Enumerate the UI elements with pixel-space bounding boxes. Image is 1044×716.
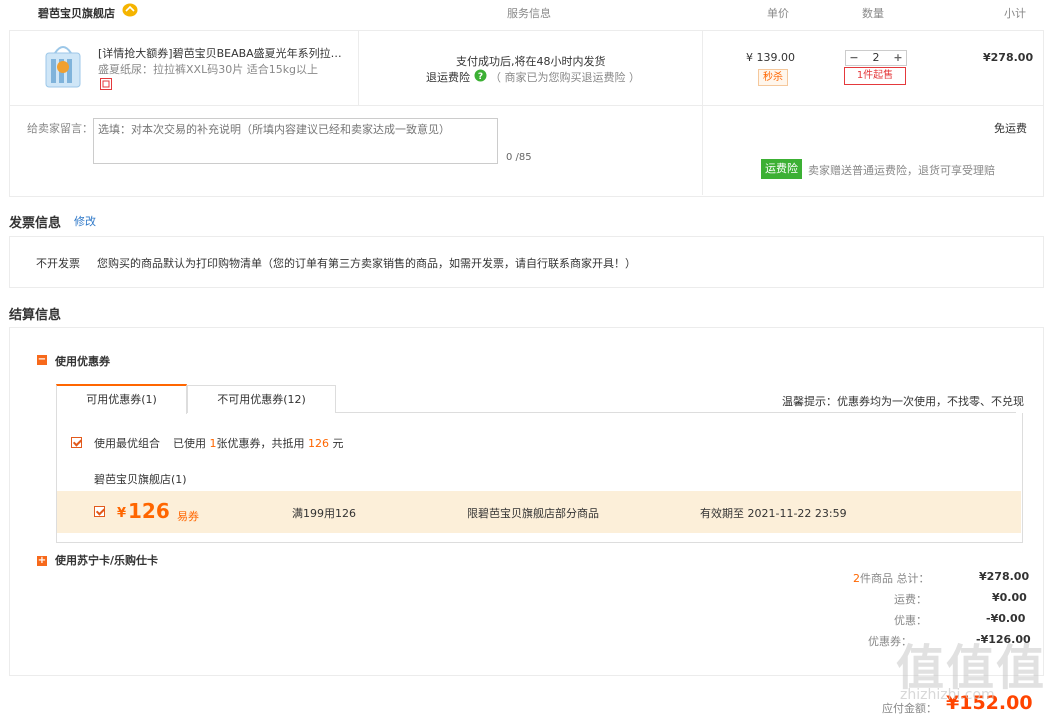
use-card-label[interactable]: 使用苏宁卡/乐购仕卡 <box>55 552 158 568</box>
coupon-checkbox[interactable] <box>94 506 105 517</box>
use-coupon-label[interactable]: 使用优惠券 <box>55 353 110 369</box>
divider <box>702 31 703 195</box>
best-combo-checkbox[interactable] <box>71 437 82 448</box>
coupon-expiry: 有效期至 2021-11-22 23:59 <box>700 507 847 520</box>
best-combo-used: 已使用 <box>173 437 206 450</box>
best-combo-amount: 126 <box>308 437 329 450</box>
collapse-coupon-toggle[interactable]: − <box>37 355 47 365</box>
shipping-free: 免运费 <box>994 122 1027 135</box>
seller-message-input[interactable] <box>93 118 498 164</box>
delivery-note: 支付成功后,将在48小时内发货 <box>456 55 606 68</box>
return-insurance-label: 退运费险 <box>426 71 470 84</box>
header-service: 服务信息 <box>507 7 551 20</box>
min-quantity-note: 1件起售 <box>844 67 906 85</box>
coupon-tip: 温馨提示：优惠券均为一次使用，不找零、不兑现 <box>782 395 1024 408</box>
product-tag-icon <box>100 78 112 90</box>
invoice-box: 不开发票 您购买的商品默认为打印购物清单（您的订单有第三方卖家销售的商品，如需开… <box>9 236 1044 288</box>
watermark-url: zhizhizhi.com <box>900 687 995 703</box>
settlement-title: 结算信息 <box>9 308 62 323</box>
tab-unavailable-coupons[interactable]: 不可用优惠券(12) <box>187 385 336 413</box>
store-name[interactable]: 碧芭宝贝旗舰店 <box>38 5 115 21</box>
summary-count-suffix: 件商品 总计： <box>860 572 930 585</box>
coupon-scope: 限碧芭宝贝旗舰店部分商品 <box>467 507 599 520</box>
best-combo-mid: 张优惠券，共抵用 <box>216 437 305 450</box>
message-counter: 0 /85 <box>506 152 532 163</box>
summary-count-line: 2件商品 总计： <box>853 570 930 586</box>
quantity-input[interactable]: 2 <box>864 51 888 65</box>
best-combo-text: 使用最优组合 已使用 1张优惠券，共抵用 126 元 <box>94 435 344 451</box>
invoice-type: 不开发票 <box>36 257 80 270</box>
summary-count: 2 <box>853 572 860 585</box>
return-insurance-note: （ 商家已为您购买退运费险 ） <box>490 71 640 84</box>
message-label: 给卖家留言： <box>27 122 93 135</box>
divider <box>358 31 359 105</box>
summary-shipping: ¥0.00 <box>992 591 1027 604</box>
summary-shipping-label: 运费： <box>894 593 927 606</box>
insurance-description: 卖家赠送普通运费险，退货可享受理赔 <box>808 164 995 177</box>
header-quantity: 数量 <box>862 7 884 20</box>
flash-sale-badge: 秒杀 <box>758 69 788 86</box>
invoice-description: 您购买的商品默认为打印购物清单（您的订单有第三方卖家销售的商品，如需开发票，请自… <box>97 257 636 270</box>
svg-text:?: ? <box>478 72 483 82</box>
quantity-stepper: − 2 + <box>845 50 907 66</box>
summary-discount-label: 优惠： <box>894 614 927 627</box>
header-unit-price: 单价 <box>767 7 789 20</box>
coupon-store-name: 碧芭宝贝旗舰店(1) <box>94 473 187 486</box>
header-subtotal: 小计 <box>1004 7 1026 20</box>
coupon-condition: 满199用126 <box>292 507 356 520</box>
tab-available-coupons[interactable]: 可用优惠券(1) <box>56 384 187 414</box>
expand-card-toggle[interactable]: + <box>37 556 47 566</box>
quantity-increase-button[interactable]: + <box>890 51 906 65</box>
coupon-currency: ¥ <box>117 506 127 521</box>
product-row: [详情抢大额券]碧芭宝贝BEABA盛夏光年系列拉… 盛夏纸尿：拉拉裤XXL码30… <box>9 30 1044 197</box>
summary-total: ¥278.00 <box>979 570 1030 583</box>
divider <box>10 105 1043 106</box>
order-header-row: 碧芭宝贝旗舰店 服务信息 单价 数量 小计 <box>0 0 1044 26</box>
coupon-panel: 使用最优组合 已使用 1张优惠券，共抵用 126 元 碧芭宝贝旗舰店(1) ¥ … <box>56 413 1023 543</box>
product-spec: 盛夏纸尿：拉拉裤XXL码30片 适合15kg以上 <box>98 63 319 76</box>
settlement-box: − 使用优惠券 可用优惠券(1) 不可用优惠券(12) 温馨提示：优惠券均为一次… <box>9 327 1044 676</box>
insurance-badge: 运费险 <box>761 159 802 179</box>
store-badge-icon <box>122 3 138 17</box>
help-icon[interactable]: ? <box>474 69 487 82</box>
line-subtotal: ¥278.00 <box>983 51 1034 64</box>
unit-price: ¥ 139.00 <box>746 51 795 64</box>
coupon-type: 易券 <box>177 510 199 523</box>
product-title[interactable]: [详情抢大额券]碧芭宝贝BEABA盛夏光年系列拉… <box>98 45 348 61</box>
coupon-item[interactable]: ¥ 126 易券 满199用126 限碧芭宝贝旗舰店部分商品 有效期至 2021… <box>57 491 1021 533</box>
best-combo-count: 1 <box>209 437 217 450</box>
best-combo-label: 使用最优组合 <box>94 437 160 450</box>
invoice-title: 发票信息 <box>9 216 62 231</box>
quantity-decrease-button[interactable]: − <box>846 51 862 65</box>
coupon-amount: 126 <box>128 499 170 523</box>
summary-discount: -¥0.00 <box>986 612 1026 625</box>
product-thumbnail[interactable] <box>42 41 84 91</box>
invoice-edit-link[interactable]: 修改 <box>74 213 96 229</box>
best-combo-unit: 元 <box>332 437 344 450</box>
